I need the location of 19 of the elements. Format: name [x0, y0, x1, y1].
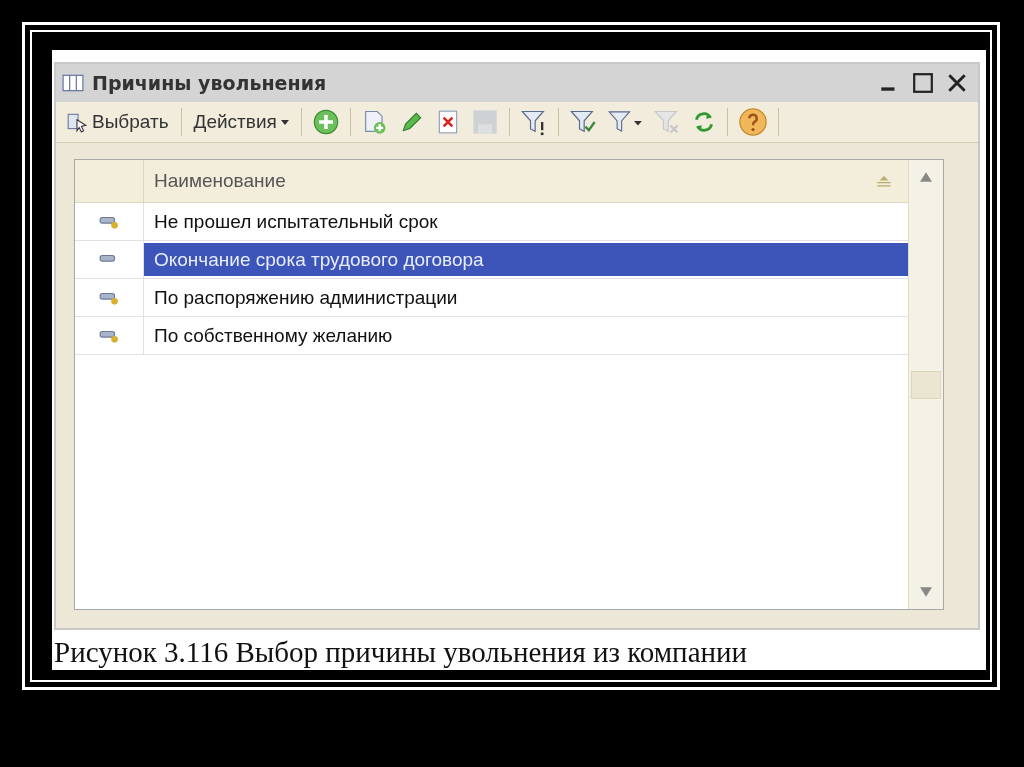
table-row[interactable]: Окончание срока трудового договора — [144, 243, 908, 276]
scroll-thumb[interactable] — [911, 370, 941, 399]
scroll-down-icon[interactable] — [920, 587, 932, 597]
scrollbar[interactable] — [908, 160, 943, 609]
help-icon[interactable] — [737, 107, 768, 137]
window-title: Причины увольнения — [92, 72, 327, 94]
list-icon — [62, 74, 84, 92]
table-row[interactable]: Не прошел испытательный срок — [144, 205, 908, 238]
figure-caption: Рисунок 3.116 Выбор причины увольнения из компании — [54, 635, 749, 669]
sort-icon — [876, 175, 892, 187]
select-button[interactable]: Выбрать — [62, 109, 173, 135]
table-row[interactable]: По распоряжению администрации — [144, 281, 908, 314]
actions-button[interactable]: Действия — [189, 109, 293, 135]
select-icon — [66, 111, 88, 133]
close-icon[interactable] — [946, 72, 968, 94]
add-icon[interactable] — [311, 108, 340, 136]
scroll-up-icon[interactable] — [920, 172, 932, 182]
maximize-icon[interactable] — [912, 72, 934, 94]
table-row[interactable]: По собственному желанию — [144, 319, 908, 352]
